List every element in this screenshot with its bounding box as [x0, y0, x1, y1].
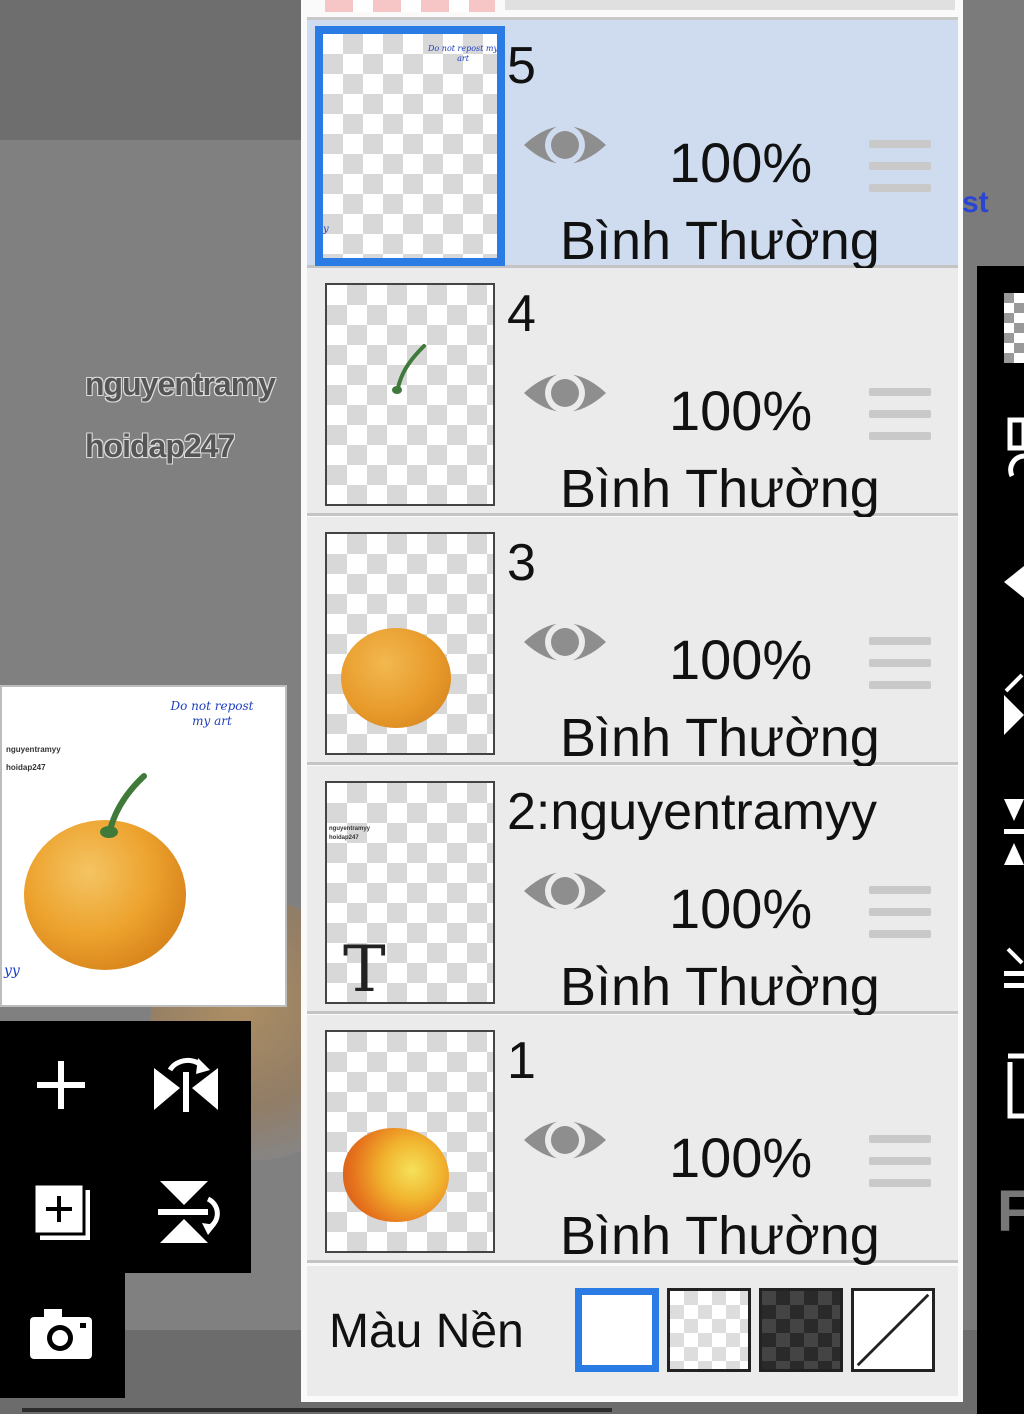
- drag-handle-icon[interactable]: [869, 1135, 931, 1189]
- flip-icon[interactable]: [1004, 671, 1024, 741]
- plus-icon: [37, 1061, 85, 1109]
- layer-thumbnail-2: nguyentramyy hoidap247 T: [325, 781, 495, 1004]
- flip-vertical-button[interactable]: [146, 1171, 226, 1251]
- drag-handle-icon[interactable]: [869, 140, 931, 194]
- drag-handle-icon[interactable]: [869, 637, 931, 691]
- canvas-watermark-site: hoidap247: [85, 428, 235, 464]
- left-toolbar: [0, 1021, 251, 1273]
- layer-opacity[interactable]: 100%: [669, 876, 812, 941]
- layer-name: 3: [507, 534, 536, 592]
- canvas-top-band: [0, 0, 320, 140]
- preview-signature: yy: [4, 963, 20, 979]
- camera-icon: [30, 1309, 92, 1359]
- preview-watermark-name: nguyentramyy: [6, 745, 61, 754]
- layer-blend-mode[interactable]: Bình Thường: [560, 210, 880, 272]
- visibility-eye-icon[interactable]: [520, 861, 610, 921]
- layer-name: 5: [507, 37, 536, 95]
- visibility-eye-icon[interactable]: [520, 612, 610, 672]
- trash-icon[interactable]: [1004, 1046, 1024, 1126]
- camera-button[interactable]: [21, 1293, 101, 1373]
- add-layer-copy-button[interactable]: [21, 1171, 101, 1251]
- left-toolbar-bottom: [0, 1273, 125, 1398]
- layer-row-3[interactable]: 3 100% Bình Thường: [307, 517, 958, 768]
- layer-thumbnail-4: [325, 283, 495, 506]
- layer1-orange-drawing: [343, 1128, 449, 1222]
- layer-blend-mode[interactable]: Bình Thường: [560, 1205, 880, 1267]
- layer-thumbnail-5: Do not repost my art y: [315, 26, 505, 266]
- preview-stem: [100, 773, 147, 838]
- flip-horizontal-icon: [154, 1057, 218, 1112]
- layer5-thumb-sign: y: [323, 224, 329, 235]
- canvas-preview[interactable]: Do not repost my art nguyentramyy hoidap…: [0, 685, 287, 1007]
- merge-icon[interactable]: [1004, 941, 1024, 1001]
- preview-orange: [24, 820, 186, 970]
- layer-opacity[interactable]: 100%: [669, 627, 812, 692]
- layer-opacity[interactable]: 100%: [669, 130, 812, 195]
- right-edge-canvas: [963, 0, 1024, 266]
- bottom-divider: [22, 1408, 612, 1412]
- layer-opacity[interactable]: 100%: [669, 378, 812, 443]
- flip-horizontal-button[interactable]: [146, 1045, 226, 1125]
- layer-blend-mode[interactable]: Bình Thường: [560, 458, 880, 520]
- right-edge-text: st: [962, 186, 989, 219]
- visibility-eye-icon[interactable]: [520, 115, 610, 175]
- drag-handle-icon[interactable]: [869, 388, 931, 442]
- layer3-orange-drawing: [341, 628, 451, 728]
- add-layer-copy-icon: [32, 1182, 90, 1240]
- merge-down-icon[interactable]: [1004, 416, 1024, 486]
- layer-name: 1: [507, 1032, 536, 1090]
- bg-swatch-dark-checker[interactable]: [759, 1288, 843, 1372]
- background-color-row: Màu Nền: [307, 1266, 958, 1396]
- bg-swatch-none[interactable]: [851, 1288, 935, 1372]
- right-toolbar: F: [977, 266, 1024, 1414]
- layer-blend-mode[interactable]: Bình Thường: [560, 707, 880, 769]
- layer-row-1[interactable]: 1 100% Bình Thường: [307, 1015, 958, 1266]
- move-left-icon[interactable]: [1004, 562, 1024, 602]
- layer-name: 4: [507, 285, 536, 343]
- more-icon[interactable]: F: [997, 1178, 1024, 1245]
- rotate-icon[interactable]: [1004, 791, 1024, 871]
- preview-watermark-site: hoidap247: [6, 763, 46, 772]
- transparency-icon[interactable]: [1004, 293, 1024, 363]
- layer-row-4[interactable]: 4 100% Bình Thường: [307, 268, 958, 519]
- canvas-watermark-name: nguyentramy: [85, 366, 276, 402]
- layer4-stem-drawing: [392, 344, 426, 394]
- layer-opacity[interactable]: 100%: [669, 1125, 812, 1190]
- layer-blend-mode[interactable]: Bình Thường: [560, 956, 880, 1018]
- background-color-label: Màu Nền: [329, 1305, 524, 1358]
- layer2-thumb-text: nguyentramyy hoidap247: [329, 826, 371, 841]
- flip-vertical-icon: [158, 1181, 220, 1243]
- visibility-eye-icon[interactable]: [520, 1110, 610, 1170]
- layer-thumbnail-3: [325, 532, 495, 755]
- layer-thumbnail-1: [325, 1030, 495, 1253]
- drag-handle-icon[interactable]: [869, 886, 931, 940]
- previous-layer-sliver: [505, 0, 955, 10]
- bg-swatch-transparent[interactable]: [667, 1288, 751, 1372]
- layer5-thumb-note: Do not repost my art: [428, 44, 498, 63]
- visibility-eye-icon[interactable]: [520, 363, 610, 423]
- previous-layer-thumb-sliver: [325, 0, 495, 12]
- layer-row-2[interactable]: nguyentramyy hoidap247 T 2:nguyentramyy 1…: [307, 766, 958, 1017]
- layer-name: 2:nguyentramyy: [507, 783, 877, 841]
- preview-note: Do not repost my art: [170, 699, 254, 728]
- bg-swatch-white[interactable]: [575, 1288, 659, 1372]
- layer-row-5[interactable]: Do not repost my art y 5 100% Bình Thườn…: [307, 20, 958, 271]
- add-layer-button[interactable]: [21, 1045, 101, 1125]
- text-layer-icon: T: [343, 933, 386, 1004]
